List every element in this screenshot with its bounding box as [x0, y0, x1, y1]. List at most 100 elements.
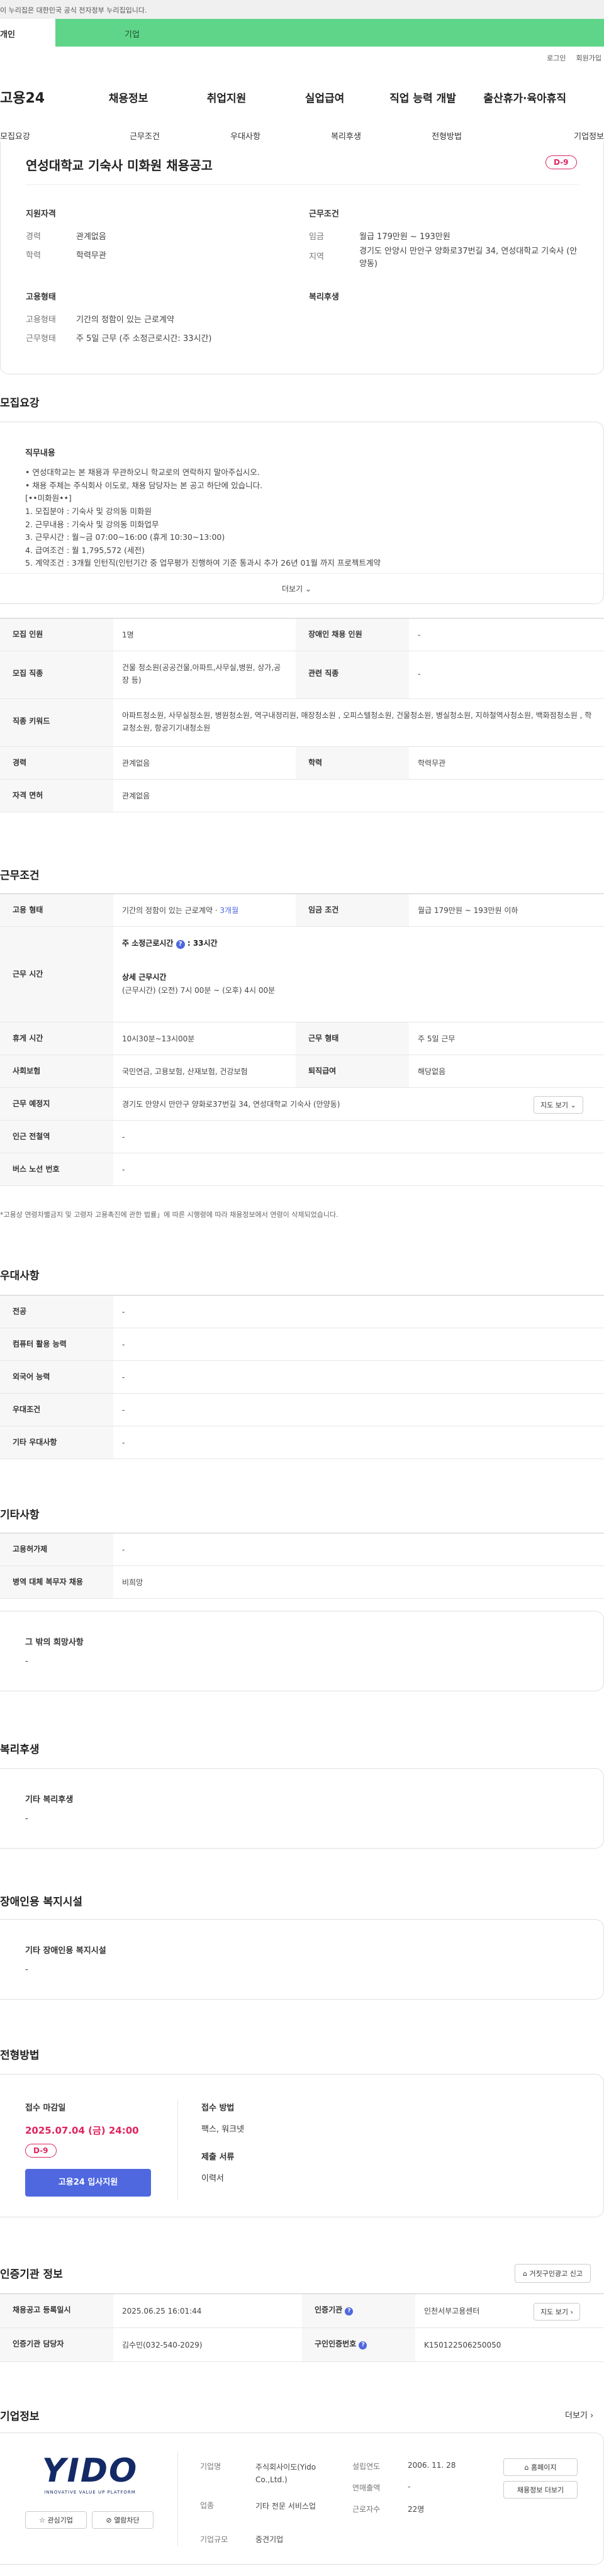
emp-title: 고용형태: [26, 293, 56, 302]
th: 우대조건: [0, 1394, 113, 1426]
chevron-down-icon: ⌄: [305, 585, 312, 593]
jobs-more-button[interactable]: 채용정보 더보기: [503, 2481, 578, 2499]
td: 기간의 정함이 있는 근로계약 · 3개월: [122, 906, 239, 915]
td: 관계없음: [122, 792, 150, 800]
homepage-button[interactable]: ⌂ 홈페이지: [503, 2458, 578, 2476]
th: 고용 형태: [0, 894, 113, 926]
welfare-title: 복리후생: [0, 1744, 40, 1756]
gnb-support[interactable]: 취업지원: [177, 89, 276, 105]
gnb-leave[interactable]: 출산휴가·육아휴직: [472, 89, 566, 105]
td: -: [122, 1545, 125, 1554]
tab-individual[interactable]: 개인: [0, 19, 55, 47]
th: 임금 조건: [296, 894, 409, 926]
th: 모집 직종: [0, 651, 113, 698]
duty-line: 2. 근무내용 : 기숙사 및 강의동 미화업무: [25, 519, 159, 529]
method-label: 접수 방법: [201, 2103, 235, 2113]
detail-value: (근무시간) (오전) 7시 00분 ~ (오후) 4시 00분: [122, 985, 276, 995]
subnav-recruit[interactable]: 모집요강: [0, 130, 94, 142]
agency-title: 인증기관 정보: [0, 2268, 63, 2281]
tab-enterprise[interactable]: 기업: [55, 19, 604, 47]
th: 휴게 시간: [0, 1022, 113, 1055]
dday-badge: D-9: [545, 155, 577, 169]
th: 모집 인원: [0, 619, 113, 651]
other-table: 고용허가제 - 병역 대체 복무자 채용 비희망: [0, 1533, 604, 1599]
home-icon: ⌂: [524, 2463, 529, 2472]
logo-sub: INNOVATIVE VALUE UP PLATFORM: [44, 2490, 136, 2495]
subnav-welfare[interactable]: 복리후생: [296, 130, 396, 142]
qual-title: 지원자격: [26, 210, 56, 219]
sales-value: -: [408, 2482, 411, 2491]
th: 인증기관 담당자: [0, 2328, 113, 2361]
loc-label: 지역: [309, 252, 324, 262]
hours-total-prefix: 주 소정근로시간: [122, 939, 174, 948]
login-link[interactable]: 로그인: [547, 53, 566, 63]
posting-title: 연성대학교 기숙사 미화원 채용공고: [26, 158, 213, 173]
th: 장애인 채용 인원: [296, 619, 409, 651]
apply-button[interactable]: 고용24 입사지원: [25, 2169, 151, 2197]
info-icon[interactable]: ?: [176, 940, 185, 949]
info-icon[interactable]: ?: [345, 2307, 354, 2316]
subnav-company[interactable]: 기업정보: [497, 130, 604, 142]
hope-card: 그 밖의 희망사항 -: [0, 1611, 604, 1691]
th: 외국어 능력: [0, 1361, 113, 1393]
career-value: 관계없음: [76, 232, 106, 242]
wage-value: 월급 179만원 ~ 193만원: [359, 232, 450, 242]
duty-line: • 연성대학교는 본 채용과 무관하오니 학교로의 연락하지 말아주십시오.: [25, 468, 260, 477]
career-label: 경력: [26, 232, 41, 242]
logo-text: YIDO: [42, 2452, 138, 2490]
block-button[interactable]: ⊘ 열람차단: [92, 2511, 154, 2529]
edu-value: 학력무관: [76, 251, 106, 260]
gnb-jobs[interactable]: 채용정보: [79, 89, 177, 105]
td: -: [122, 1165, 125, 1174]
block-icon: ⊘: [106, 2516, 112, 2524]
duty-more-button[interactable]: 더보기 ⌄: [282, 583, 311, 594]
subnav-conditions[interactable]: 근무조건: [94, 130, 195, 142]
th: 관련 직종: [296, 651, 409, 698]
subnav-pref[interactable]: 우대사항: [195, 130, 296, 142]
site-logo[interactable]: 고용24: [0, 87, 79, 107]
star-icon: ☆: [39, 2516, 45, 2524]
selection-card: 접수 마감일 2025.07.04 (금) 24:00 D-9 고용24 입사지…: [0, 2074, 604, 2217]
disab-box-value: -: [25, 1965, 28, 1974]
th: 버스 노선 번호: [0, 1153, 113, 1185]
company-more-link[interactable]: 더보기 ›: [565, 2409, 593, 2421]
chevron-right-icon: ›: [570, 2308, 573, 2316]
emptype-value: 기간의 정함이 있는 근로계약: [122, 906, 213, 915]
worktype-value: 주 5일 근무 (주 소정근로시간: 33시간): [76, 334, 212, 344]
map-button[interactable]: 지도 보기 ⌄: [534, 1096, 583, 1114]
td: -: [418, 630, 421, 639]
detail-label: 상세 근무시간: [122, 973, 167, 982]
gnb-unemployment[interactable]: 실업급여: [276, 89, 374, 105]
subnav-selection[interactable]: 전형방법: [396, 130, 497, 142]
deadline-value: 2025.07.04 (금) 24:00: [25, 2125, 139, 2136]
chevron-down-icon: ⌄: [570, 1101, 576, 1109]
fav-button[interactable]: ☆ 관심기업: [25, 2511, 87, 2529]
edu-label: 학력: [26, 251, 41, 260]
info-icon[interactable]: ?: [359, 2341, 367, 2349]
join-link[interactable]: 회원가입: [576, 53, 601, 63]
disab-title: 장애인용 복지시설: [0, 1896, 83, 1908]
th: 근무 형태: [296, 1022, 409, 1055]
size-label: 기업규모: [200, 2535, 228, 2544]
td: -: [122, 1438, 125, 1447]
th: 근무 시간: [0, 927, 113, 1022]
map-button[interactable]: 지도 보기 ›: [534, 2303, 580, 2321]
td: 2025.06.25 16:01:44: [122, 2307, 202, 2316]
report-button[interactable]: ⌂ 거짓구인광고 신고: [515, 2264, 591, 2283]
td: 1명: [122, 630, 134, 639]
conditions-table: 고용 형태 기간의 정함이 있는 근로계약 · 3개월 임금 조건 월급 179…: [0, 893, 604, 1186]
gnb-training[interactable]: 직업 능력 개발: [374, 89, 472, 105]
company-card: YIDO INNOVATIVE VALUE UP PLATFORM ☆ 관심기업…: [0, 2433, 604, 2565]
agency-table: 채용공고 등록일시 2025.06.25 16:01:44 인증기관 ? 인천서…: [0, 2293, 604, 2362]
td: 학력무관: [418, 759, 446, 768]
disab-box-title: 기타 장애인용 복지시설: [25, 1946, 106, 1956]
deadline-label: 접수 마감일: [25, 2103, 66, 2113]
duty-line: [••미화원••]: [25, 493, 72, 503]
th: 구인인증번호 ?: [302, 2328, 415, 2361]
th: 경력: [0, 747, 113, 779]
wage-label: 임금: [309, 232, 324, 242]
hours-total: : 33시간: [187, 939, 218, 948]
inst-label: 인증기관: [315, 2305, 343, 2314]
gov-banner: 이 누리집은 대한민국 공식 전자정부 누리집입니다.: [0, 0, 604, 19]
duty-lines: • 연성대학교는 본 채용과 무관하오니 학교로의 연락하지 말아주십시오. •…: [25, 466, 381, 570]
